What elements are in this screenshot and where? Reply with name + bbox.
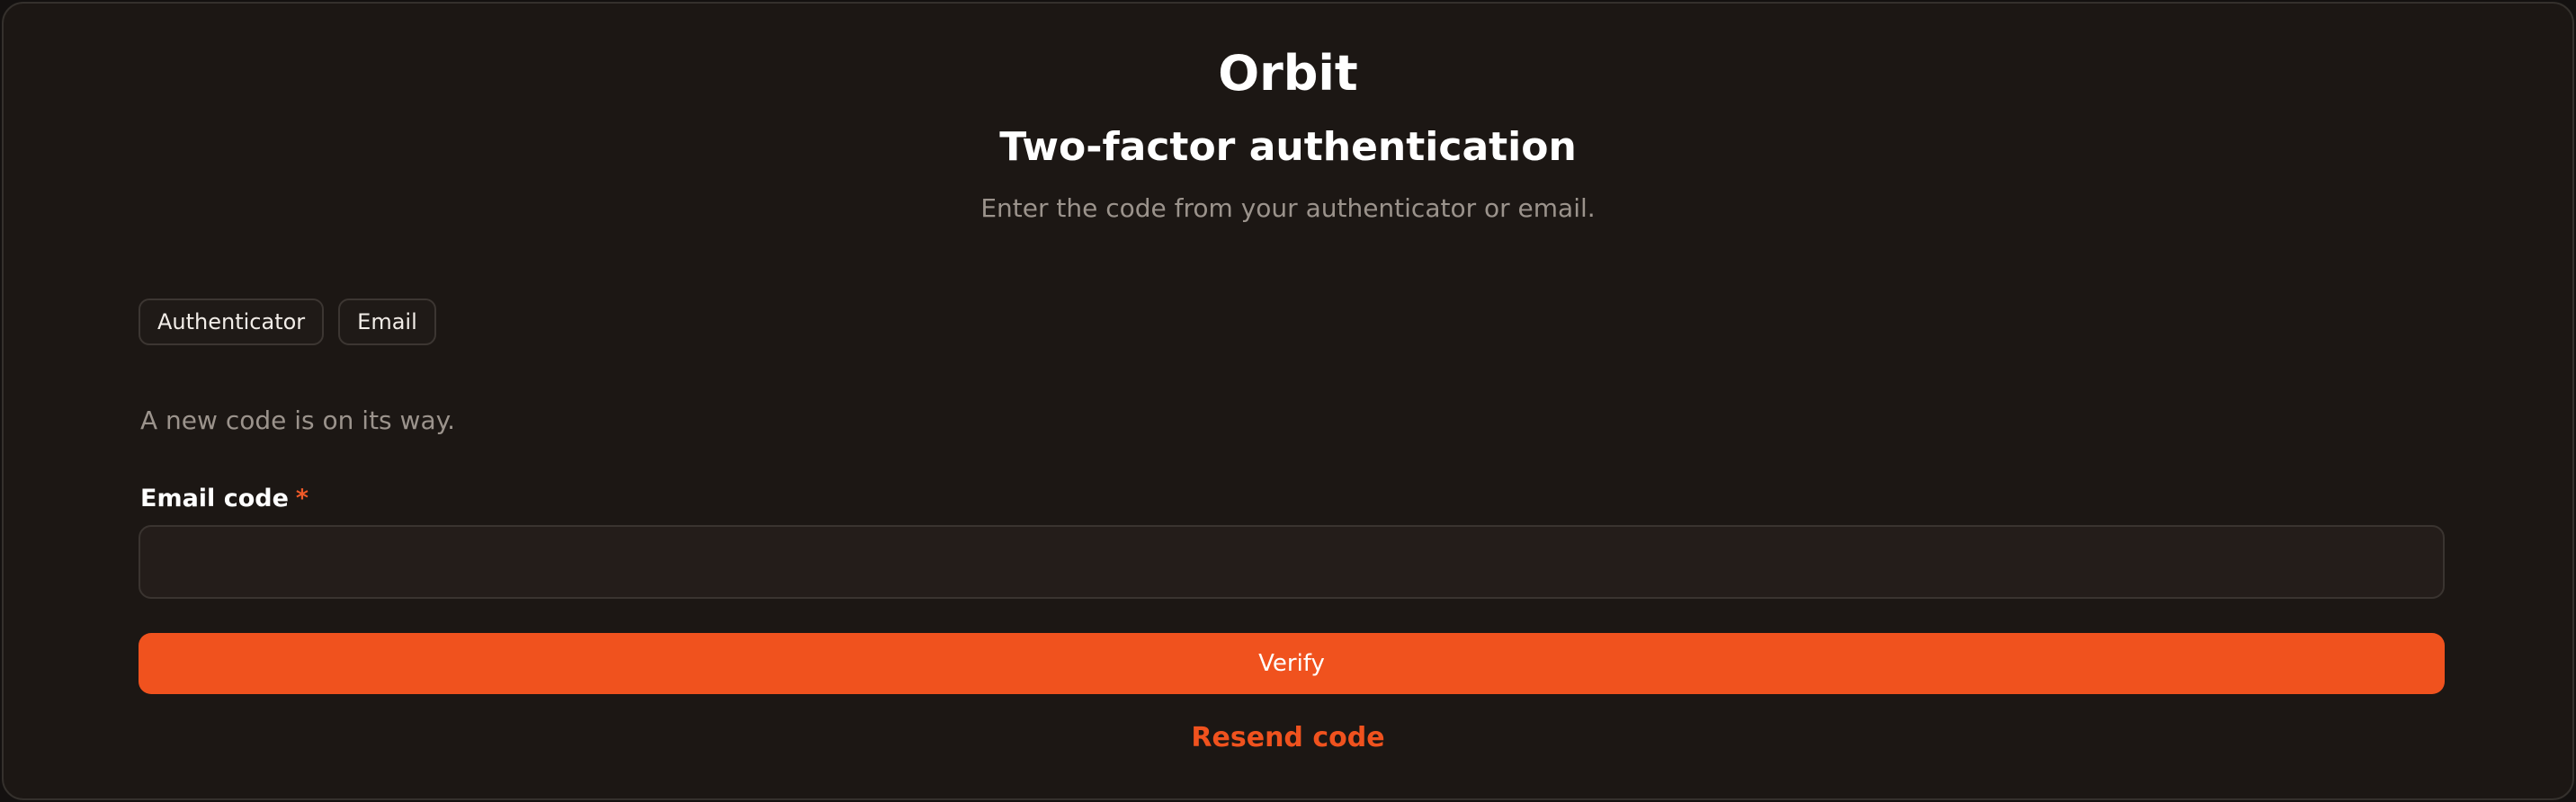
status-message: A new code is on its way. (140, 405, 456, 435)
page-subtitle: Enter the code from your authenticator o… (980, 193, 1596, 223)
resend-code-link[interactable]: Resend code (4, 719, 2572, 757)
email-code-label: Email code * (140, 482, 309, 516)
email-code-input[interactable] (139, 525, 2445, 599)
brand-logo: Orbit (1218, 45, 1358, 102)
tab-email[interactable]: Email (338, 299, 436, 345)
email-code-label-text: Email code (140, 485, 289, 512)
required-marker: * (295, 485, 309, 512)
method-tabs: Authenticator Email (139, 299, 436, 345)
tab-authenticator[interactable]: Authenticator (139, 299, 325, 345)
verify-button[interactable]: Verify (139, 633, 2445, 694)
page-title: Two-factor authentication (999, 124, 1577, 170)
two-factor-card: Orbit Two-factor authentication Enter th… (2, 2, 2574, 800)
